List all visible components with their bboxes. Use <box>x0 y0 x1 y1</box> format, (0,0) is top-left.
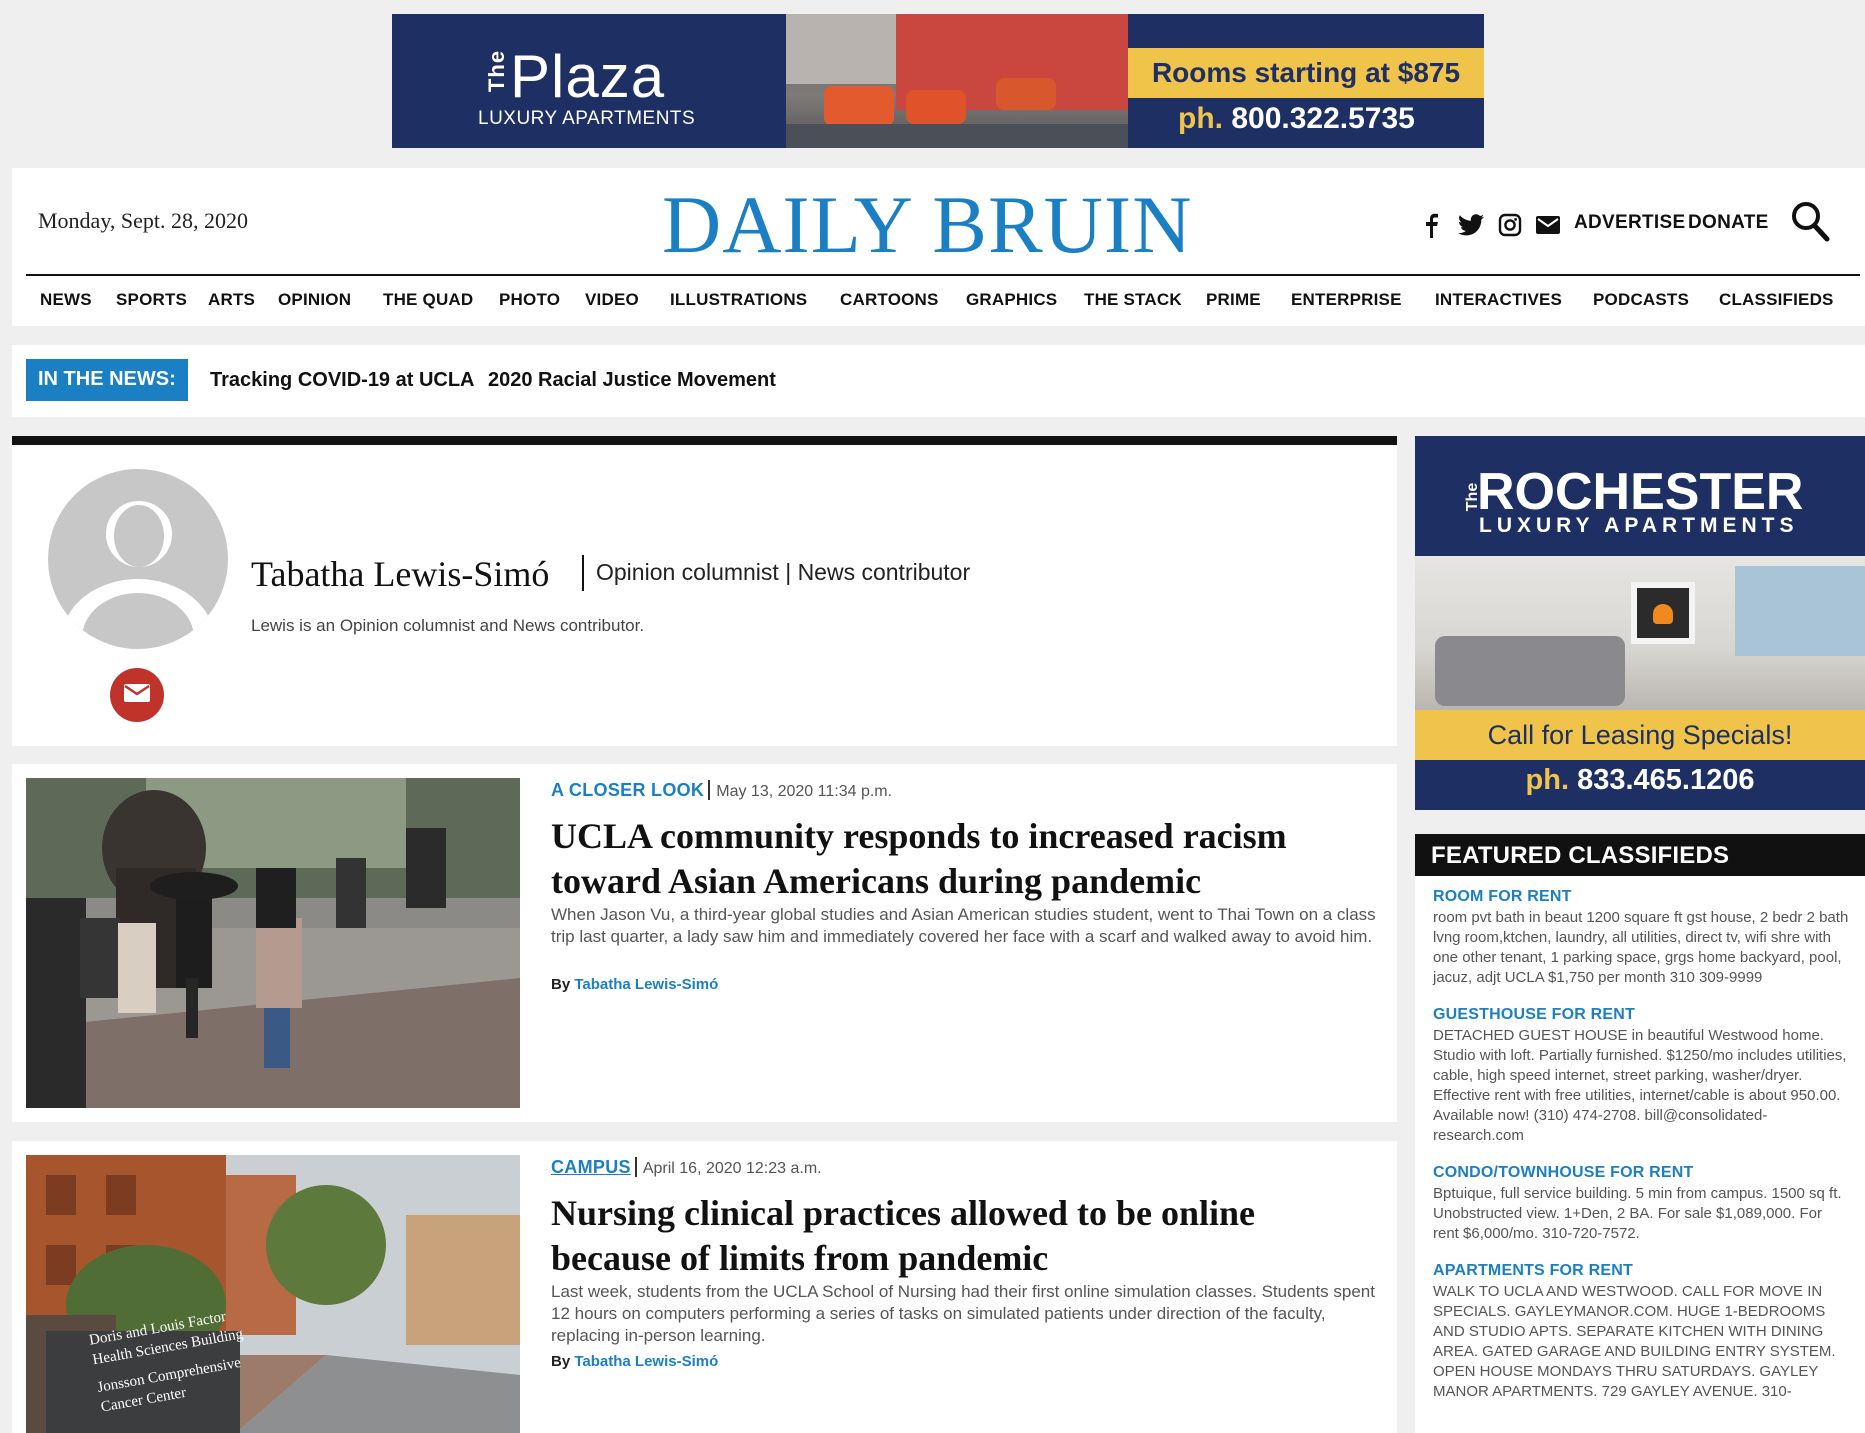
article-byline: By Tabatha Lewis-Simó <box>551 976 718 993</box>
site-logo[interactable]: DAILY BRUIN <box>662 178 1192 272</box>
author-role: Opinion columnist | News contributor <box>596 559 971 585</box>
article-date: May 13, 2020 11:34 p.m. <box>716 783 893 800</box>
author-card: Tabatha Lewis-Simó Opinion columnist | N… <box>12 436 1397 746</box>
ad-brand: The Plaza LUXURY APARTMENTS <box>392 14 786 148</box>
site-header: Monday, Sept. 28, 2020 DAILY BRUIN ADVER… <box>12 168 1865 326</box>
nav-illustrations[interactable]: ILLUSTRATIONS <box>670 290 807 310</box>
instagram-icon[interactable] <box>1498 213 1522 237</box>
nav-enterprise[interactable]: ENTERPRISE <box>1291 290 1402 310</box>
in-the-news-label: IN THE NEWS: <box>26 359 188 401</box>
side-ad-subtitle: LUXURY APARTMENTS <box>1479 514 1799 537</box>
side-ad-brand: ROCHESTER <box>1477 463 1804 521</box>
article-title[interactable]: Nursing clinical practices allowed to be… <box>551 1191 1351 1281</box>
article-category[interactable]: CAMPUS <box>551 1157 631 1177</box>
side-ad-phone-number: 833.465.1206 <box>1577 764 1755 796</box>
side-ad-phone: ph. 833.465.1206 <box>1415 764 1865 797</box>
facebook-icon[interactable] <box>1420 212 1442 238</box>
nav-the-quad[interactable]: THE QUAD <box>383 290 473 310</box>
nav-video[interactable]: VIDEO <box>585 290 639 310</box>
article-byline: By Tabatha Lewis-Simó <box>551 1353 718 1370</box>
article-date: April 16, 2020 12:23 a.m. <box>642 1160 822 1177</box>
news-link-racial-justice[interactable]: 2020 Racial Justice Movement <box>488 369 776 392</box>
article-meta: CAMPUS April 16, 2020 12:23 a.m. <box>551 1157 822 1178</box>
byline-prefix: By <box>551 1353 571 1370</box>
article-title[interactable]: UCLA community responds to increased rac… <box>551 814 1351 904</box>
classified-item: APARTMENTS FOR RENT WALK TO UCLA AND WES… <box>1415 1262 1865 1402</box>
search-icon[interactable] <box>1790 200 1830 247</box>
classified-text: Bptuique, full service building. 5 min f… <box>1433 1185 1842 1242</box>
classified-item: CONDO/TOWNHOUSE FOR RENT Bptuique, full … <box>1415 1164 1865 1244</box>
nav-interactives[interactable]: INTERACTIVES <box>1435 290 1562 310</box>
advertise-link[interactable]: ADVERTISE <box>1574 212 1685 234</box>
byline-author-link[interactable]: Tabatha Lewis-Simó <box>574 1353 718 1370</box>
nav-prime[interactable]: PRIME <box>1206 290 1261 310</box>
email-icon[interactable] <box>1536 216 1560 234</box>
article-photo-rainy-campus[interactable] <box>26 778 520 1108</box>
author-bio: Lewis is an Opinion columnist and News c… <box>251 616 645 635</box>
ad-the-text: The <box>484 49 510 93</box>
article-category[interactable]: A CLOSER LOOK <box>551 780 704 800</box>
author-name: Tabatha Lewis-Simó <box>251 554 550 594</box>
classified-title[interactable]: ROOM FOR RENT <box>1433 888 1851 906</box>
ad-phone-prefix: ph. <box>1178 102 1223 135</box>
nav-podcasts[interactable]: PODCASTS <box>1593 290 1689 310</box>
featured-classifieds: FEATURED CLASSIFIEDS ROOM FOR RENT room … <box>1415 834 1865 1433</box>
news-link-covid[interactable]: Tracking COVID-19 at UCLA <box>210 369 475 392</box>
main-nav: NEWS SPORTS ARTS OPINION THE QUAD PHOTO … <box>12 290 1865 316</box>
article-description: When Jason Vu, a third-year global studi… <box>551 905 1376 946</box>
byline-prefix: By <box>551 976 571 993</box>
top-banner-ad[interactable]: The Plaza LUXURY APARTMENTS Rooms starti… <box>392 14 1484 148</box>
ad-phone-number: 800.322.5735 <box>1231 102 1415 135</box>
author-separator <box>582 555 584 591</box>
ad-brand-subtitle: LUXURY APARTMENTS <box>478 108 696 129</box>
article-description: Last week, students from the UCLA School… <box>551 1282 1375 1345</box>
article-card: Doris and Louis Factor Health Sciences B… <box>12 1141 1397 1433</box>
ad-rooms-price: Rooms starting at $875 <box>1128 48 1484 98</box>
ad-phone: ph. 800.322.5735 <box>1178 102 1415 136</box>
donate-link[interactable]: DONATE <box>1688 212 1769 234</box>
classified-title[interactable]: GUESTHOUSE FOR RENT <box>1433 1006 1851 1024</box>
header-date: Monday, Sept. 28, 2020 <box>38 208 249 233</box>
nav-opinion[interactable]: OPINION <box>278 290 351 310</box>
nav-news[interactable]: NEWS <box>40 290 92 310</box>
article-meta: A CLOSER LOOK May 13, 2020 11:34 p.m. <box>551 780 892 801</box>
ad-info: Rooms starting at $875 ph. 800.322.5735 <box>1128 14 1484 148</box>
classified-text: DETACHED GUEST HOUSE in beautiful Westwo… <box>1433 1027 1847 1144</box>
avatar <box>48 469 228 649</box>
in-the-news-bar: IN THE NEWS: Tracking COVID-19 at UCLA 2… <box>12 345 1865 417</box>
nav-the-stack[interactable]: THE STACK <box>1084 290 1182 310</box>
nav-photo[interactable]: PHOTO <box>499 290 560 310</box>
ad-lounge-photo <box>786 14 1128 148</box>
byline-author-link[interactable]: Tabatha Lewis-Simó <box>574 976 718 993</box>
sidebar-ad[interactable]: The ROCHESTER LUXURY APARTMENTS Call for… <box>1415 436 1865 810</box>
side-ad-phone-prefix: ph. <box>1525 764 1570 796</box>
twitter-icon[interactable] <box>1458 214 1484 236</box>
article-photo-health-sciences[interactable]: Doris and Louis Factor Health Sciences B… <box>26 1155 520 1433</box>
classified-title[interactable]: APARTMENTS FOR RENT <box>1433 1262 1851 1280</box>
article-card: A CLOSER LOOK May 13, 2020 11:34 p.m. UCL… <box>12 764 1397 1122</box>
nav-arts[interactable]: ARTS <box>208 290 255 310</box>
classified-title[interactable]: CONDO/TOWNHOUSE FOR RENT <box>1433 1164 1851 1182</box>
classifieds-heading: FEATURED CLASSIFIEDS <box>1415 834 1865 876</box>
nav-graphics[interactable]: GRAPHICS <box>966 290 1057 310</box>
nav-classifieds[interactable]: CLASSIFIEDS <box>1719 290 1834 310</box>
ad-brand-name: Plaza <box>510 43 666 110</box>
side-ad-call: Call for Leasing Specials! <box>1415 710 1865 760</box>
author-email-button[interactable] <box>110 668 164 722</box>
header-rule <box>26 274 1860 276</box>
classified-text: room pvt bath in beaut 1200 square ft gs… <box>1433 909 1849 986</box>
nav-cartoons[interactable]: CARTOONS <box>840 290 939 310</box>
classified-item: ROOM FOR RENT room pvt bath in beaut 120… <box>1415 888 1865 988</box>
email-icon <box>123 683 151 708</box>
nav-sports[interactable]: SPORTS <box>116 290 187 310</box>
classified-item: GUESTHOUSE FOR RENT DETACHED GUEST HOUSE… <box>1415 1006 1865 1146</box>
classified-text: WALK TO UCLA AND WESTWOOD. CALL FOR MOVE… <box>1433 1283 1836 1400</box>
